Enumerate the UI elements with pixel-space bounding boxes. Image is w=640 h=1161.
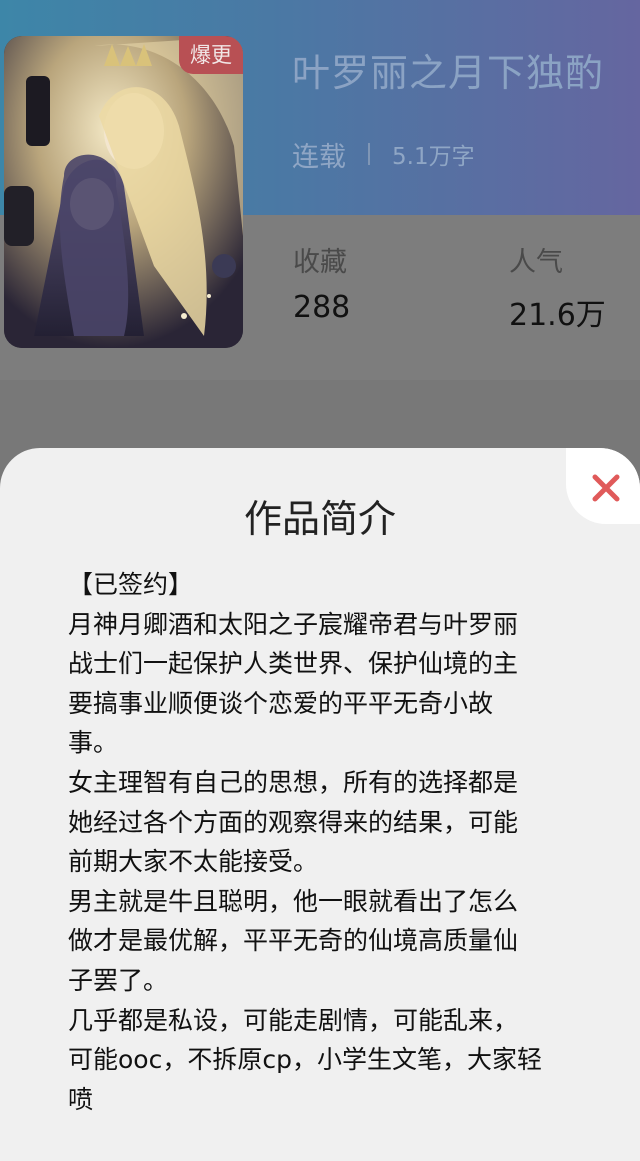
intro-text: 【已签约】 月神月卿酒和太阳之子宸耀帝君与叶罗丽 战士们一起保护人类世界、保护仙…	[68, 565, 558, 1119]
serial-status: 连载	[292, 141, 346, 173]
intro-line: 女主理智有自己的思想，所有的选择都是	[68, 767, 519, 797]
favorites-label: 收藏	[293, 247, 347, 278]
meta-divider	[368, 143, 370, 165]
book-title: 叶罗丽之月下独酌	[292, 51, 605, 95]
intro-line: 要搞事业顺便谈个恋爱的平平无奇小故	[68, 688, 494, 718]
intro-line: 月神月卿酒和太阳之子宸耀帝君与叶罗丽	[68, 609, 519, 639]
cover-tag: 爆更	[179, 36, 243, 74]
intro-line: 战士们一起保护人类世界、保护仙境的主	[68, 649, 519, 679]
intro-line: 做才是最优解，平平无奇的仙境高质量仙	[68, 926, 519, 956]
intro-line: 事。	[68, 728, 119, 758]
cover-illustration	[4, 36, 243, 348]
intro-line: 喷	[68, 1084, 94, 1114]
book-meta: 连载 5.1万字	[292, 136, 475, 173]
intro-line: 男主就是牛且聪明，他一眼就看出了怎么	[68, 886, 519, 916]
intro-line: 前期大家不太能接受。	[68, 847, 319, 877]
book-cover: 爆更	[4, 36, 243, 348]
word-count: 5.1万字	[392, 144, 475, 170]
favorites-value: 288	[293, 290, 351, 325]
intro-line: 【已签约】	[68, 570, 194, 599]
popularity-value: 21.6万	[509, 298, 606, 333]
intro-line: 几乎都是私设，可能走剧情，可能乱来，	[68, 1005, 519, 1035]
intro-line: 她经过各个方面的观察得来的结果，可能	[68, 807, 519, 837]
intro-heading: 作品简介	[243, 497, 396, 541]
intro-line: 可能ooc，不拆原cp，小学生文笔，大家轻	[68, 1045, 542, 1075]
popularity-label: 人气	[509, 247, 563, 278]
intro-line: 子罢了。	[68, 965, 169, 995]
